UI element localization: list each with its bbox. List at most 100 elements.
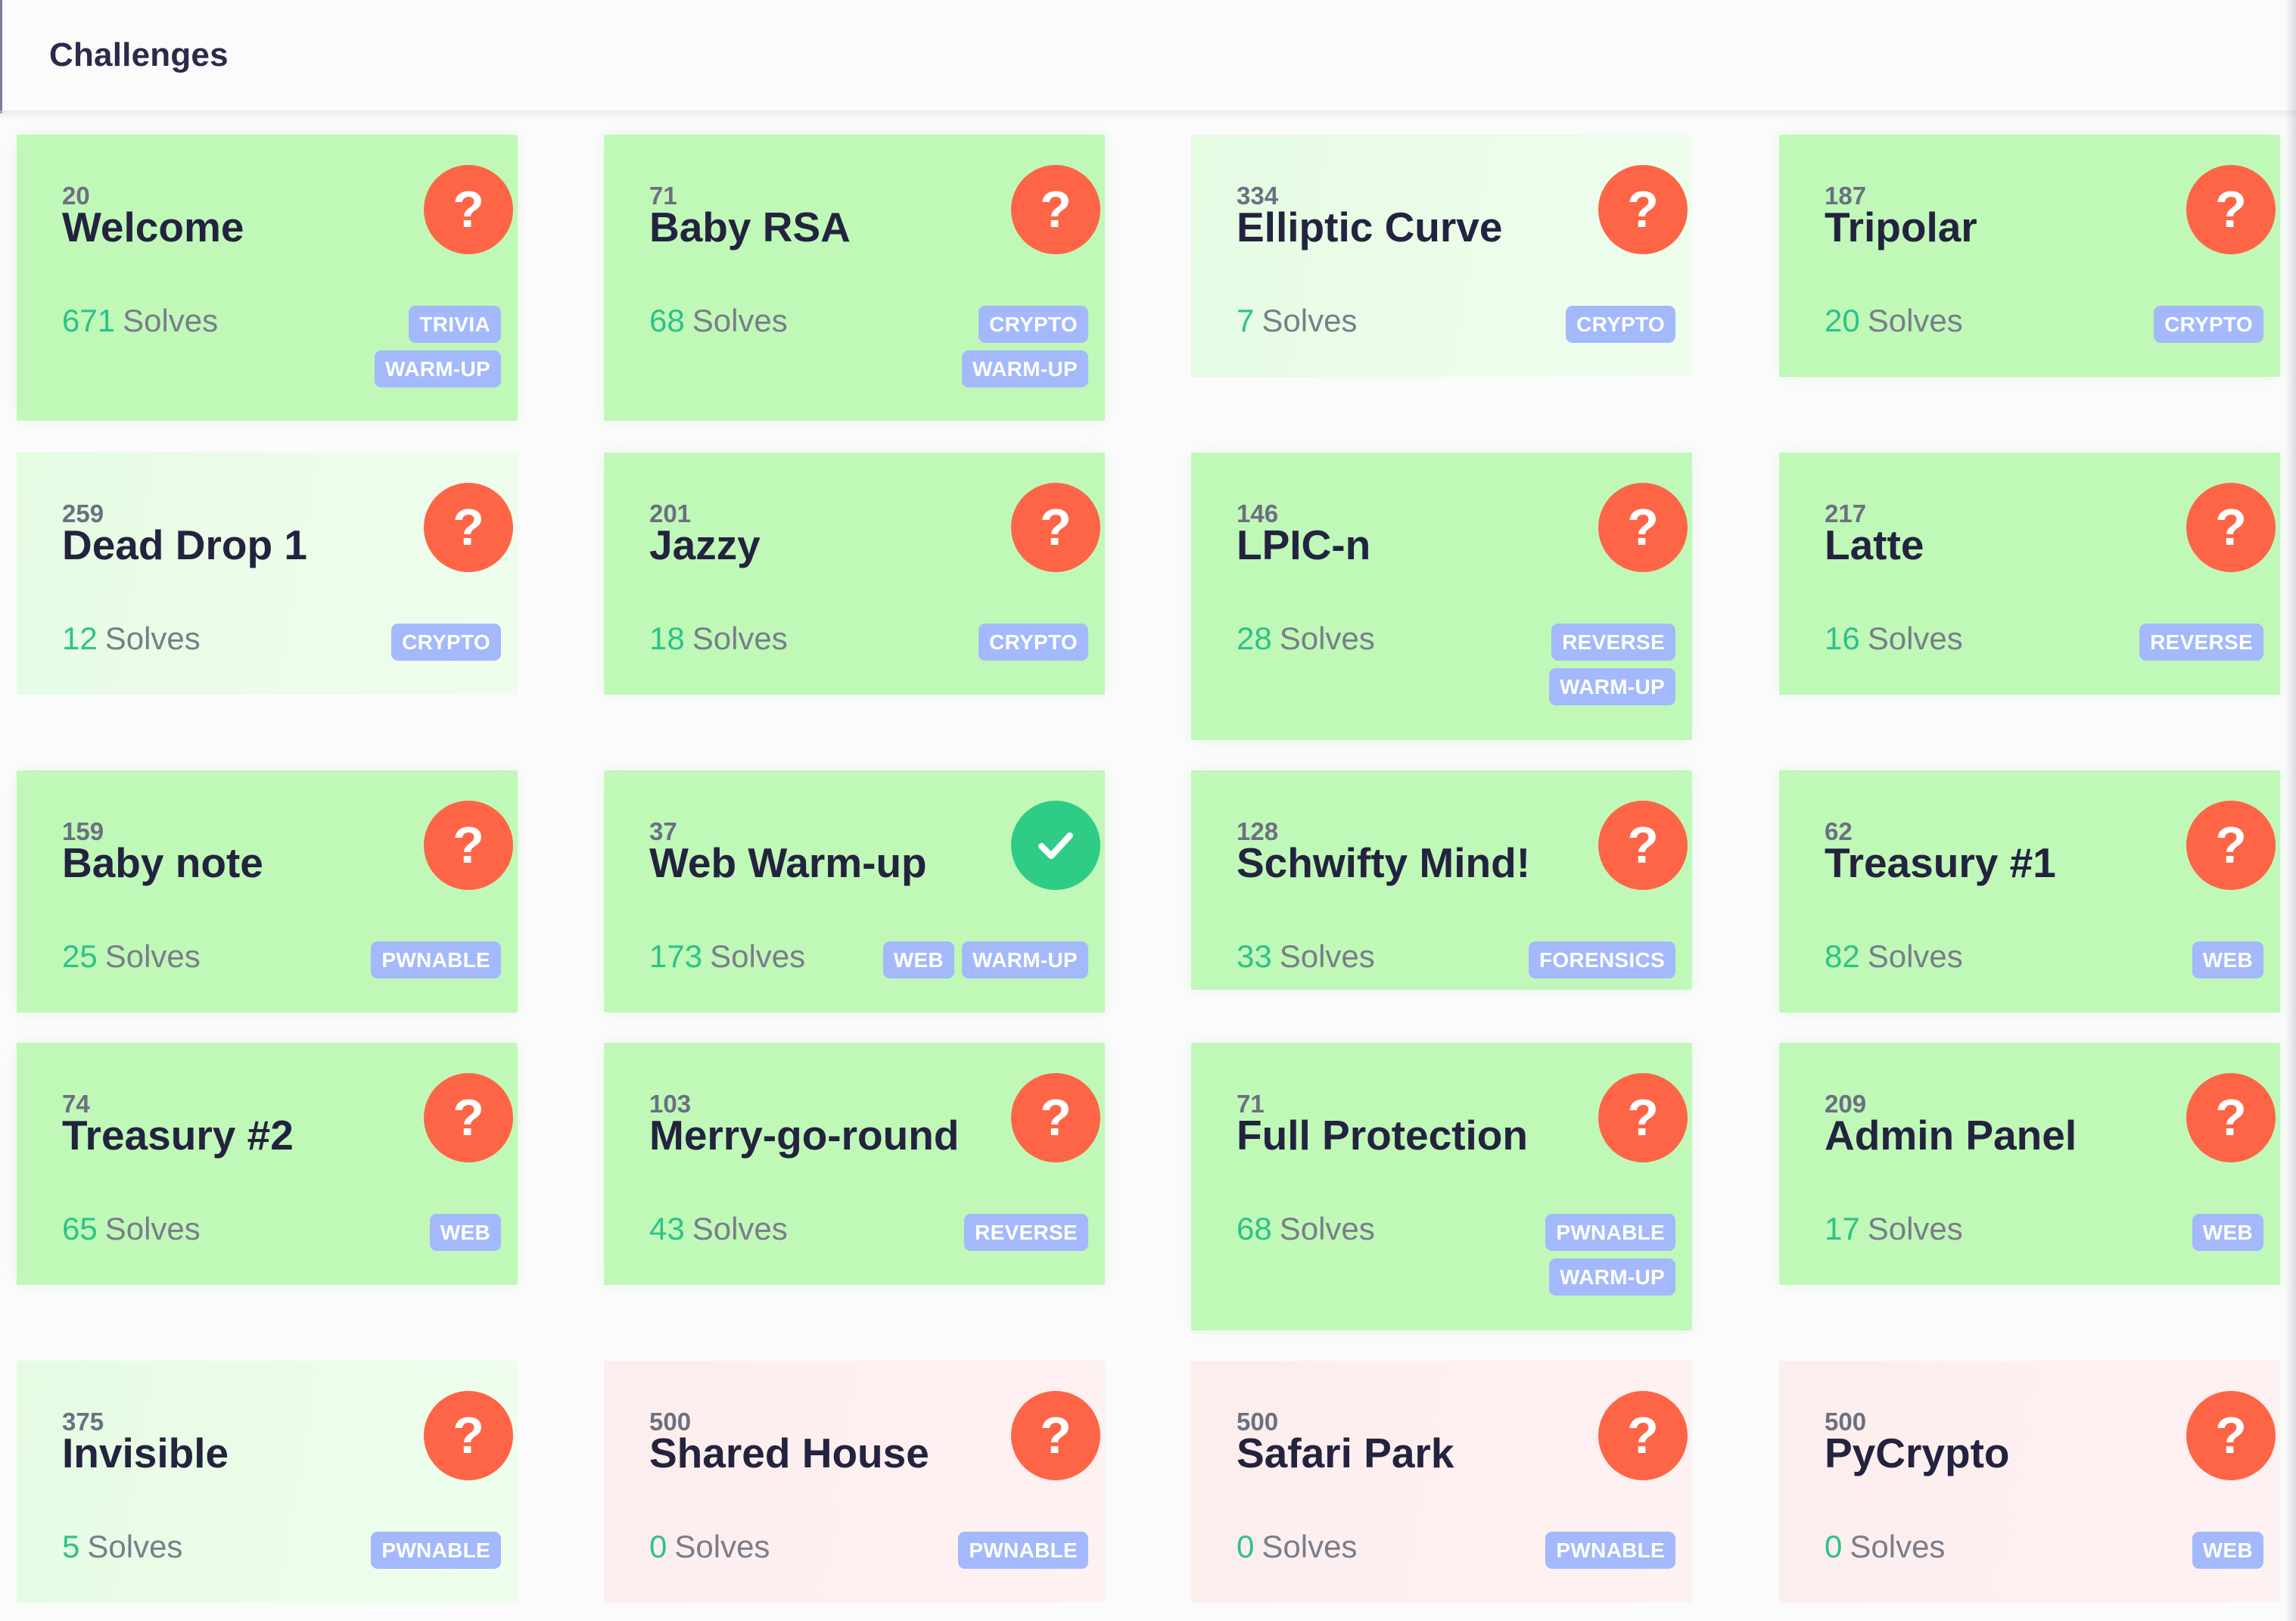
- category-tag[interactable]: CRYPTO: [391, 624, 501, 661]
- solves-label: Solves: [104, 621, 201, 656]
- solves-label: Solves: [104, 1211, 201, 1246]
- challenge-name: Safari Park: [1237, 1430, 1454, 1476]
- challenge-grid: 20 Welcome 671 Solves? TRIVIA WARM-UP 71 Baby R…: [0, 0, 2296, 1621]
- solves-count: 43: [649, 1211, 685, 1246]
- challenge-solves: 5 Solves: [62, 1529, 182, 1565]
- category-tag[interactable]: WEB: [429, 1214, 501, 1251]
- challenge-card[interactable]: 500 Safari Park 0 Solves? PWNABLE: [1191, 1361, 1692, 1603]
- challenge-card[interactable]: 146 LPIC-n 28 Solves? REVERSE WARM-UP: [1191, 453, 1692, 740]
- tag-row: WEB: [2192, 1214, 2263, 1251]
- category-tag[interactable]: PWNABLE: [1545, 1214, 1675, 1251]
- category-tag[interactable]: PWNABLE: [371, 1532, 501, 1569]
- challenge-solves: 20 Solves: [1825, 303, 1963, 339]
- category-tag[interactable]: CRYPTO: [978, 306, 1088, 343]
- question-icon[interactable]: ?: [2186, 165, 2276, 254]
- challenge-card[interactable]: 74 Treasury #2 65 Solves? WEB: [17, 1043, 518, 1285]
- question-icon[interactable]: ?: [1598, 1391, 1688, 1480]
- solves-count: 671: [62, 303, 116, 338]
- challenge-card[interactable]: 71 Full Protection 68 Solves? PWNABLE WARM-UP: [1191, 1043, 1692, 1330]
- category-tag[interactable]: WEB: [2192, 941, 2263, 979]
- challenge-solves: 16 Solves: [1825, 621, 1963, 657]
- category-tag[interactable]: WARM-UP: [962, 350, 1088, 387]
- challenge-card[interactable]: 37 Web Warm-up 173 Solves WEB WARM-UP: [604, 770, 1105, 1013]
- challenge-name: Latte: [1825, 521, 1924, 568]
- question-icon[interactable]: ?: [2186, 1391, 2276, 1480]
- check-icon[interactable]: [1011, 801, 1100, 890]
- category-tag[interactable]: REVERSE: [964, 1214, 1088, 1251]
- challenge-name: Dead Drop 1: [62, 521, 307, 568]
- challenge-solves: 0 Solves: [1237, 1529, 1357, 1565]
- category-tag[interactable]: REVERSE: [1551, 624, 1675, 661]
- question-icon[interactable]: ?: [1011, 165, 1100, 254]
- question-icon[interactable]: ?: [424, 801, 513, 890]
- question-icon[interactable]: ?: [1598, 801, 1688, 890]
- challenge-card[interactable]: 500 Shared House 0 Solves? PWNABLE: [604, 1361, 1105, 1603]
- solves-label: Solves: [1262, 303, 1358, 338]
- tag-row: WEB: [2192, 1532, 2263, 1569]
- challenge-name: Schwifty Mind!: [1237, 839, 1531, 886]
- challenge-card[interactable]: 217 Latte 16 Solves? REVERSE: [1779, 453, 2280, 695]
- tag-list: WEB: [429, 1214, 501, 1251]
- tag-list: PWNABLE: [371, 941, 501, 979]
- category-tag[interactable]: WEB: [882, 941, 955, 979]
- category-tag[interactable]: CRYPTO: [978, 624, 1088, 661]
- challenge-card[interactable]: 187 Tripolar 20 Solves? CRYPTO: [1779, 135, 2280, 377]
- tag-row: PWNABLE: [958, 1532, 1088, 1569]
- challenge-card[interactable]: 103 Merry-go-round 43 Solves? REVERSE: [604, 1043, 1105, 1285]
- category-tag[interactable]: FORENSICS: [1528, 941, 1675, 979]
- question-icon[interactable]: ?: [1598, 165, 1688, 254]
- challenge-name: Treasury #2: [62, 1112, 294, 1159]
- solves-count: 5: [62, 1529, 80, 1564]
- challenge-card[interactable]: 71 Baby RSA 68 Solves? CRYPTO WARM-UP: [604, 135, 1105, 421]
- category-tag[interactable]: PWNABLE: [1545, 1532, 1675, 1569]
- tag-row: WARM-UP: [375, 350, 501, 387]
- category-tag[interactable]: CRYPTO: [2154, 306, 2263, 343]
- tag-row: WARM-UP: [1549, 1259, 1675, 1296]
- challenge-card[interactable]: 128 Schwifty Mind! 33 Solves? FORENSICS: [1191, 770, 1692, 990]
- category-tag[interactable]: PWNABLE: [958, 1532, 1088, 1569]
- category-tag[interactable]: TRIVIA: [409, 306, 501, 343]
- question-icon[interactable]: ?: [1598, 1073, 1688, 1162]
- question-icon[interactable]: ?: [2186, 483, 2276, 572]
- challenge-card[interactable]: 334 Elliptic Curve 7 Solves? CRYPTO: [1191, 135, 1692, 377]
- category-tag[interactable]: WARM-UP: [1549, 668, 1675, 705]
- tag-row: REVERSE: [964, 1214, 1088, 1251]
- challenge-card[interactable]: 62 Treasury #1 82 Solves? WEB: [1779, 770, 2280, 1013]
- tag-row: CRYPTO: [2154, 306, 2263, 343]
- challenge-card[interactable]: 500 PyCrypto 0 Solves? WEB: [1779, 1361, 2280, 1603]
- category-tag[interactable]: REVERSE: [2139, 624, 2263, 661]
- challenge-solves: 12 Solves: [62, 621, 201, 657]
- challenge-card[interactable]: 375 Invisible 5 Solves? PWNABLE: [17, 1361, 518, 1603]
- question-icon[interactable]: ?: [424, 483, 513, 572]
- question-icon[interactable]: ?: [2186, 801, 2276, 890]
- question-icon[interactable]: ?: [424, 1391, 513, 1480]
- question-icon[interactable]: ?: [2186, 1073, 2276, 1162]
- category-tag[interactable]: WARM-UP: [1549, 1259, 1675, 1296]
- category-tag[interactable]: WARM-UP: [375, 350, 501, 387]
- tag-list: CRYPTO: [2154, 306, 2263, 343]
- tag-list: WEB: [2192, 1214, 2263, 1251]
- challenge-card[interactable]: 20 Welcome 671 Solves? TRIVIA WARM-UP: [17, 135, 518, 421]
- solves-count: 33: [1237, 938, 1272, 974]
- category-tag[interactable]: WEB: [2192, 1214, 2263, 1251]
- challenge-card[interactable]: 201 Jazzy 18 Solves? CRYPTO: [604, 453, 1105, 695]
- tag-row: WARM-UP: [962, 350, 1088, 387]
- question-icon[interactable]: ?: [1011, 483, 1100, 572]
- category-tag[interactable]: PWNABLE: [371, 941, 501, 979]
- question-icon[interactable]: ?: [1011, 1073, 1100, 1162]
- category-tag[interactable]: WARM-UP: [962, 941, 1088, 979]
- question-icon[interactable]: ?: [1011, 1391, 1100, 1480]
- question-icon[interactable]: ?: [1598, 483, 1688, 572]
- challenge-card[interactable]: 209 Admin Panel 17 Solves? WEB: [1779, 1043, 2280, 1285]
- category-tag[interactable]: WEB: [2192, 1532, 2263, 1569]
- tag-row: PWNABLE: [371, 1532, 501, 1569]
- question-icon[interactable]: ?: [424, 165, 513, 254]
- challenge-card[interactable]: 159 Baby note 25 Solves? PWNABLE: [17, 770, 518, 1013]
- tag-row: REVERSE: [1551, 624, 1675, 661]
- question-icon[interactable]: ?: [424, 1073, 513, 1162]
- challenge-card[interactable]: 259 Dead Drop 1 12 Solves? CRYPTO: [17, 453, 518, 695]
- challenge-solves: 0 Solves: [1825, 1529, 1945, 1565]
- category-tag[interactable]: CRYPTO: [1566, 306, 1675, 343]
- challenge-solves: 0 Solves: [649, 1529, 770, 1565]
- solves-count: 7: [1237, 303, 1255, 338]
